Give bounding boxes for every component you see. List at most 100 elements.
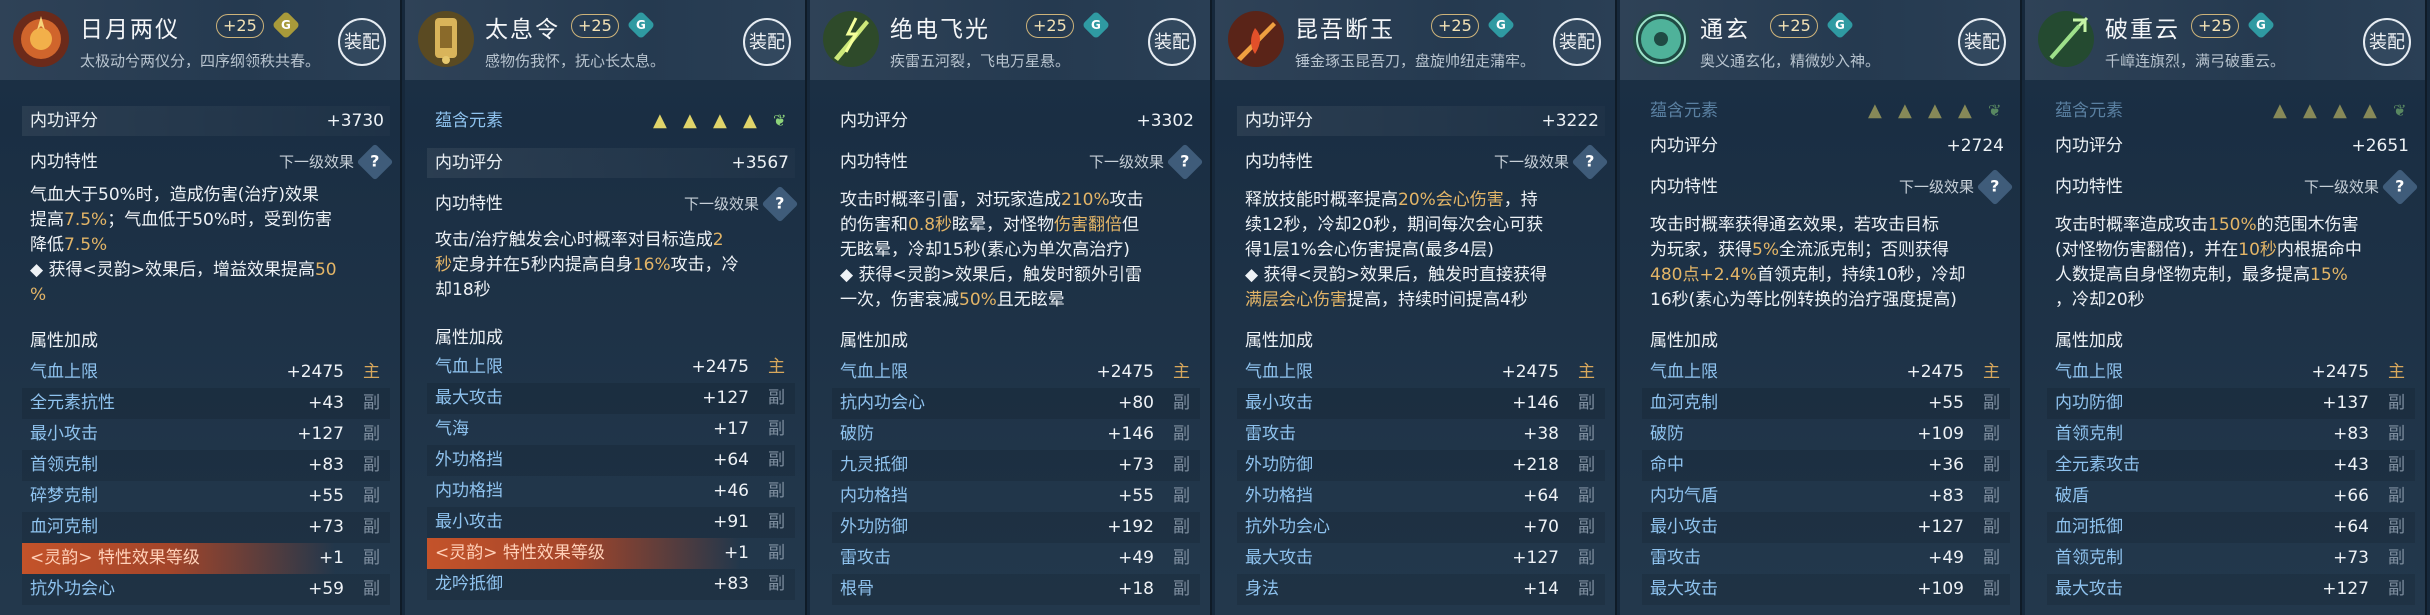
skill-name: 破重云 — [2105, 17, 2180, 43]
effect-line: 为玩家，获得5%全流派克制；否则获得 — [1650, 238, 2002, 263]
sub-attr-tag: 副 — [1983, 579, 2000, 599]
score-row: 内功评分 +3730 — [22, 106, 390, 136]
skill-description: 疾雷五河裂，飞电万星悬。 — [890, 52, 1071, 70]
equip-button[interactable]: 装配 — [1958, 18, 2006, 66]
equip-button[interactable]: 装配 — [2363, 18, 2411, 66]
attribute-name: 气血上限 — [1650, 362, 1718, 382]
element-triangle-icon: ▲ — [713, 110, 727, 131]
effect-text: 续12秒，冷却20秒，期间每次会心可获 — [1245, 215, 1544, 235]
attribute-value: +18 — [1118, 579, 1154, 599]
attribute-row: 最大攻击 +127 副 — [427, 383, 795, 414]
element-row: 蕴含元素 ▲ ▲ ▲ ▲ ❦ — [1642, 96, 2010, 126]
next-level-link[interactable]: 下一级效果 — [1494, 147, 1569, 177]
help-icon[interactable]: ? — [2381, 168, 2419, 206]
effect-text: 人数提高自身怪物克制，最多提高 — [2055, 265, 2310, 285]
attribute-value: +146 — [1107, 424, 1154, 444]
next-level-link[interactable]: 下一级效果 — [684, 189, 759, 219]
equip-button[interactable]: 装配 — [743, 18, 791, 66]
skill-name: 太息令 — [485, 17, 560, 43]
attributes-heading: 属性加成 — [30, 331, 98, 351]
attribute-value: +192 — [1107, 517, 1154, 537]
element-triangle-icon: ▲ — [1928, 100, 1942, 121]
equip-button[interactable]: 装配 — [338, 18, 386, 66]
attribute-value: +64 — [1523, 486, 1559, 506]
sub-attr-tag: 副 — [363, 393, 380, 413]
attribute-row: 破盾 +66 副 — [2047, 481, 2415, 512]
attribute-name: 最大攻击 — [1245, 548, 1313, 568]
effect-highlight: 480点+2.4% — [1650, 265, 1757, 285]
help-icon[interactable]: ? — [761, 185, 799, 223]
attribute-row: 内功气盾 +83 副 — [1642, 481, 2010, 512]
effect-text: 降低 — [30, 235, 64, 255]
attribute-row: 雷攻击 +38 副 — [1237, 419, 1605, 450]
help-icon[interactable]: ? — [356, 143, 394, 181]
sub-attr-tag: 副 — [2388, 579, 2405, 599]
attribute-row: 身法 +14 副 — [1237, 574, 1605, 605]
element-label: 蕴含元素 — [1650, 101, 1718, 121]
level-badge: +25 — [1770, 14, 1818, 38]
attribute-row: 血河克制 +55 副 — [1642, 388, 2010, 419]
skill-card: 昆吾断玉 +25 G 锤金琢玉昆吾刀，盘旋帅纽走蒲牢。 装配 内功评分 +3222 内功特性 下… — [1215, 0, 1617, 615]
element-triangle-icon: ▲ — [2273, 100, 2287, 121]
element-row: 蕴含元素 ▲ ▲ ▲ ▲ ❦ — [427, 106, 795, 136]
attribute-row: 破防 +146 副 — [832, 419, 1200, 450]
attribute-value: +137 — [2322, 393, 2369, 413]
sub-attr-tag: 副 — [1578, 393, 1595, 413]
effect-highlight: 0.8秒 — [908, 215, 953, 235]
effect-highlight: 2 — [712, 230, 724, 250]
attribute-value: +2475 — [691, 357, 749, 377]
effect-text: ，持 — [1503, 190, 1538, 210]
attribute-row: 全元素抗性 +43 副 — [22, 388, 390, 419]
trait-effect-text: 攻击时概率引雷，对玩家造成210%攻击 的伤害和0.8秒眩晕，对怪物伤害翻倍但 无眩… — [840, 188, 1192, 313]
attribute-row: 气血上限 +2475 主 — [832, 357, 1200, 388]
sub-attr-tag: 副 — [2388, 424, 2405, 444]
sub-attr-tag: 副 — [1983, 424, 2000, 444]
element-triangle-icon: ▲ — [1898, 100, 1912, 121]
attribute-row: 内功格挡 +55 副 — [832, 481, 1200, 512]
effect-text: 内根据命中 — [2276, 240, 2362, 260]
attribute-row: 血河抵御 +64 副 — [2047, 512, 2415, 543]
next-level-link[interactable]: 下一级效果 — [1089, 147, 1164, 177]
element-triangle-icon: ▲ — [1868, 100, 1882, 121]
help-icon[interactable]: ? — [1976, 168, 2014, 206]
attribute-row: 抗外功会心 +70 副 — [1237, 512, 1605, 543]
attribute-row: 最大攻击 +127 副 — [2047, 574, 2415, 605]
attribute-name: 首领克制 — [30, 455, 98, 475]
skill-card: 破重云 +25 G 千嶂连旗烈，满弓破重云。 装配 蕴含元素 ▲ ▲ ▲ ▲ ❦ 内功评分 +2651 内… — [2025, 0, 2427, 615]
element-label: 蕴含元素 — [435, 111, 503, 131]
help-icon[interactable]: ? — [1571, 143, 1609, 181]
attribute-row: 碎梦克制 +55 副 — [22, 481, 390, 512]
effect-text: ，冷却20秒 — [2055, 290, 2145, 310]
attribute-row: 首领克制 +83 副 — [2047, 419, 2415, 450]
level-badge: +25 — [2191, 14, 2239, 38]
grade-text: G — [1091, 17, 1101, 32]
attribute-name: <灵韵> 特性效果等级 — [30, 548, 200, 568]
effect-line: 攻击时概率获得通玄效果，若攻击目标 — [1650, 213, 2002, 238]
attribute-name: 抗外功会心 — [1245, 517, 1330, 537]
effect-text: 无眩晕，冷却15秒(素心为单次高治疗) — [840, 240, 1130, 260]
effect-line: 秒定身并在5秒内提高自身16%攻击，冷 — [435, 253, 787, 278]
equip-button[interactable]: 装配 — [1148, 18, 1196, 66]
grade-text: G — [281, 17, 291, 32]
wood-element-icon: ❦ — [1988, 101, 2002, 120]
attribute-value: +36 — [1928, 455, 1964, 475]
attribute-name: 最大攻击 — [435, 388, 503, 408]
wood-element-icon: ❦ — [2393, 101, 2407, 120]
attribute-name: 气海 — [435, 419, 469, 439]
attribute-value: +2475 — [286, 362, 344, 382]
next-level-link[interactable]: 下一级效果 — [279, 147, 354, 177]
next-level-link[interactable]: 下一级效果 — [2304, 172, 2379, 202]
help-icon[interactable]: ? — [1166, 143, 1204, 181]
effect-line: 提高7.5%；气血低于50%时，受到伤害 — [30, 208, 382, 233]
sub-attr-tag: 副 — [768, 574, 785, 594]
equip-button[interactable]: 装配 — [1553, 18, 1601, 66]
attribute-name: 内功防御 — [2055, 393, 2123, 413]
element-row: 蕴含元素 ▲ ▲ ▲ ▲ ❦ — [2047, 96, 2415, 126]
element-triangle-icon: ▲ — [2333, 100, 2347, 121]
skill-name: 昆吾断玉 — [1295, 17, 1395, 43]
attribute-value: +218 — [1512, 455, 1559, 475]
element-triangle-icon: ▲ — [743, 110, 757, 131]
next-level-link[interactable]: 下一级效果 — [1899, 172, 1974, 202]
effect-line: 的伤害和0.8秒眩晕，对怪物伤害翻倍但 — [840, 213, 1192, 238]
attribute-value: +55 — [1118, 486, 1154, 506]
